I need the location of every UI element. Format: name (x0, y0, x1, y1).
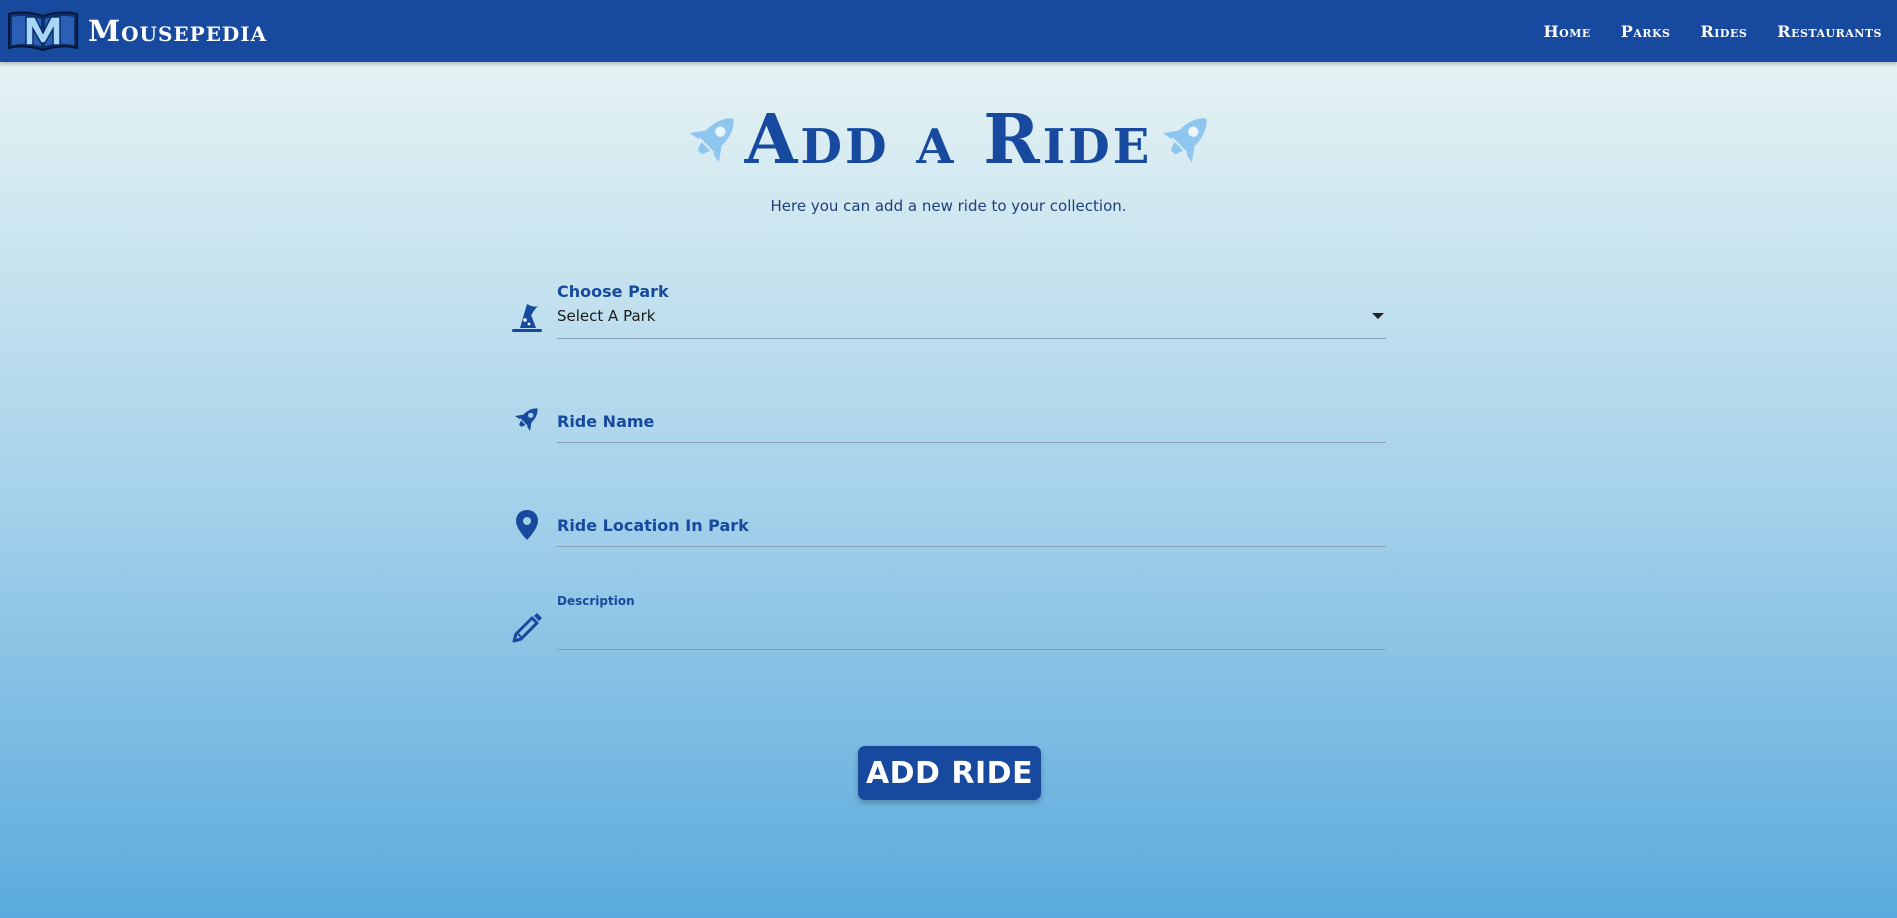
nav-link-restaurants[interactable]: Restaurants (1762, 22, 1897, 41)
add-ride-button[interactable]: ADD RIDE (858, 746, 1041, 800)
navbar: Mousepedia Home Parks Rides Restaurants (0, 0, 1897, 62)
nav-links: Home Parks Rides Restaurants (1529, 0, 1897, 62)
park-select[interactable]: Choose Park Select A Park (510, 280, 1386, 340)
ride-location-label: Ride Location In Park (557, 516, 749, 535)
ride-name-field[interactable]: Ride Name (510, 400, 1386, 444)
nav-link-rides[interactable]: Rides (1685, 22, 1762, 41)
nav-link-parks[interactable]: Parks (1606, 22, 1686, 41)
description-field[interactable]: Description (510, 592, 1386, 652)
park-select-underline (557, 338, 1386, 339)
park-select-value[interactable]: Select A Park (557, 307, 656, 325)
description-label: Description (557, 594, 635, 608)
rocket-icon (514, 408, 538, 432)
page-title: Add a Ride (744, 100, 1153, 180)
ride-location-field[interactable]: Ride Location In Park (510, 504, 1386, 548)
map-pin-icon (516, 510, 538, 540)
page-header: Add a Ride (0, 100, 1897, 180)
park-select-label: Choose Park (557, 282, 669, 301)
ride-name-underline (557, 442, 1386, 443)
nav-link-home[interactable]: Home (1529, 22, 1606, 41)
brand[interactable]: Mousepedia (6, 9, 267, 53)
ride-name-label: Ride Name (557, 412, 655, 431)
description-underline (557, 649, 1386, 650)
book-m-logo (8, 11, 78, 52)
brand-name: Mousepedia (88, 14, 268, 48)
ride-location-underline (557, 546, 1386, 547)
rocket-icon (1162, 118, 1207, 163)
chevron-down-icon[interactable] (1372, 313, 1384, 319)
wizard-hat-icon (512, 304, 542, 332)
pencil-icon (512, 613, 542, 643)
page-subtitle: Here you can add a new ride to your coll… (770, 197, 1127, 215)
